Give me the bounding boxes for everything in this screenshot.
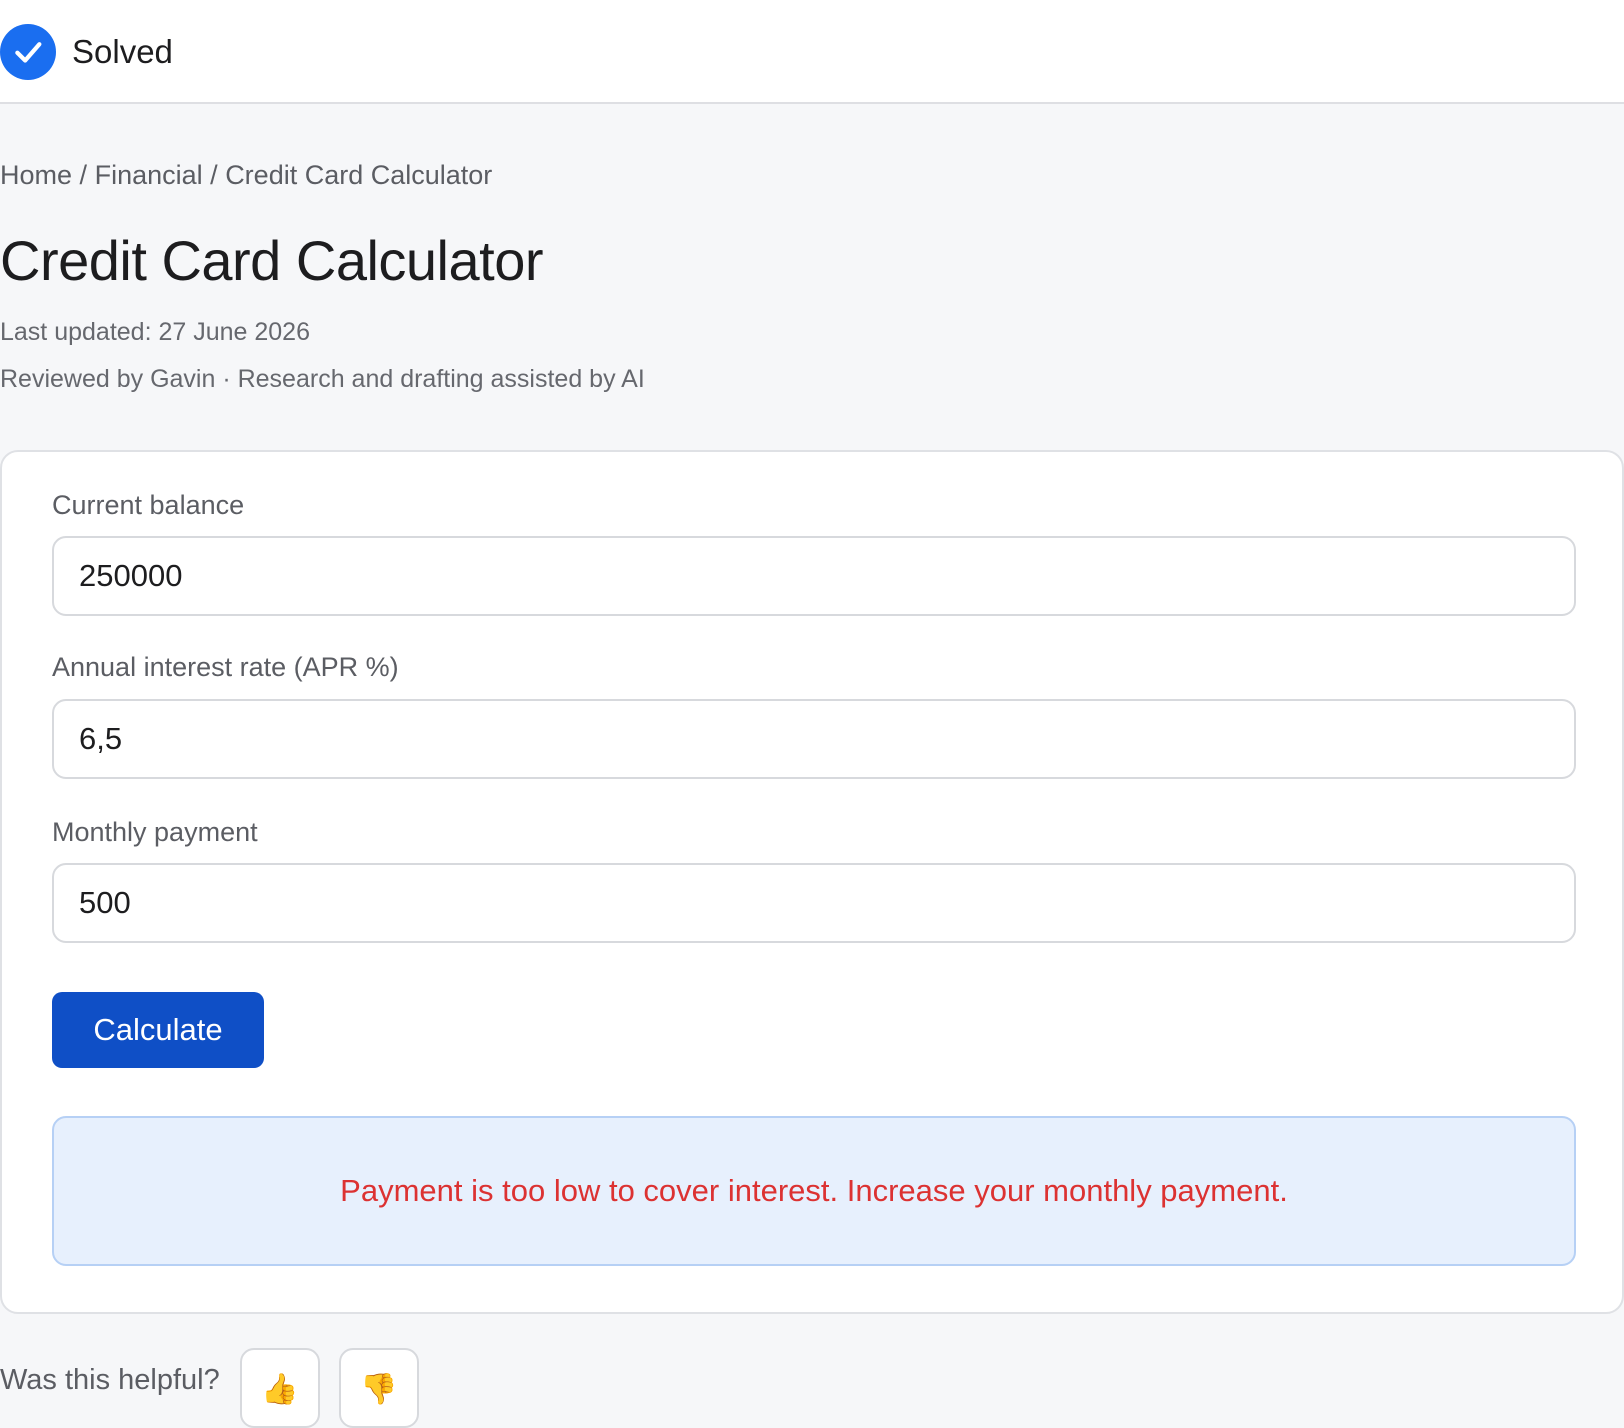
calculate-button[interactable]: Calculate: [52, 992, 264, 1068]
breadcrumb-current-page: Credit Card Calculator: [225, 160, 493, 190]
interest-rate-label: Annual interest rate (APR %): [52, 652, 399, 682]
last-updated-text: Last updated: 27 June 2026: [0, 318, 310, 346]
reviewed-by-text: Reviewed by Gavin · Research and draftin…: [0, 365, 645, 393]
status-label: Solved: [72, 33, 173, 70]
checkmark-icon: [15, 42, 42, 63]
monthly-payment-label: Monthly payment: [52, 817, 258, 847]
interest-rate-input[interactable]: [52, 699, 1576, 779]
thumbs-up-button[interactable]: 👍: [240, 1348, 320, 1428]
thumbs-down-button[interactable]: 👎: [339, 1348, 419, 1428]
page-title: Credit Card Calculator: [0, 229, 543, 292]
thumbs-down-icon: 👎: [360, 1373, 398, 1406]
breadcrumb-home-link[interactable]: Home: [0, 160, 72, 190]
result-error-message: Payment is too low to cover interest. In…: [340, 1173, 1288, 1208]
thumbs-up-icon: 👍: [261, 1373, 299, 1406]
check-circle-icon: [0, 24, 56, 80]
result-panel: Payment is too low to cover interest. In…: [52, 1116, 1576, 1266]
breadcrumb-financial-link[interactable]: Financial: [95, 160, 203, 190]
current-balance-label: Current balance: [52, 490, 245, 520]
helpful-question: Was this helpful?: [0, 1364, 220, 1396]
monthly-payment-input[interactable]: [52, 863, 1576, 943]
top-bar: Solved: [0, 0, 1624, 104]
breadcrumb-separator: /: [210, 160, 218, 190]
current-balance-input[interactable]: [52, 536, 1576, 616]
breadcrumb: Home / Financial / Credit Card Calculato…: [0, 158, 492, 192]
breadcrumb-separator: /: [79, 160, 88, 190]
calculator-card: Current balance Annual interest rate (AP…: [0, 450, 1624, 1314]
